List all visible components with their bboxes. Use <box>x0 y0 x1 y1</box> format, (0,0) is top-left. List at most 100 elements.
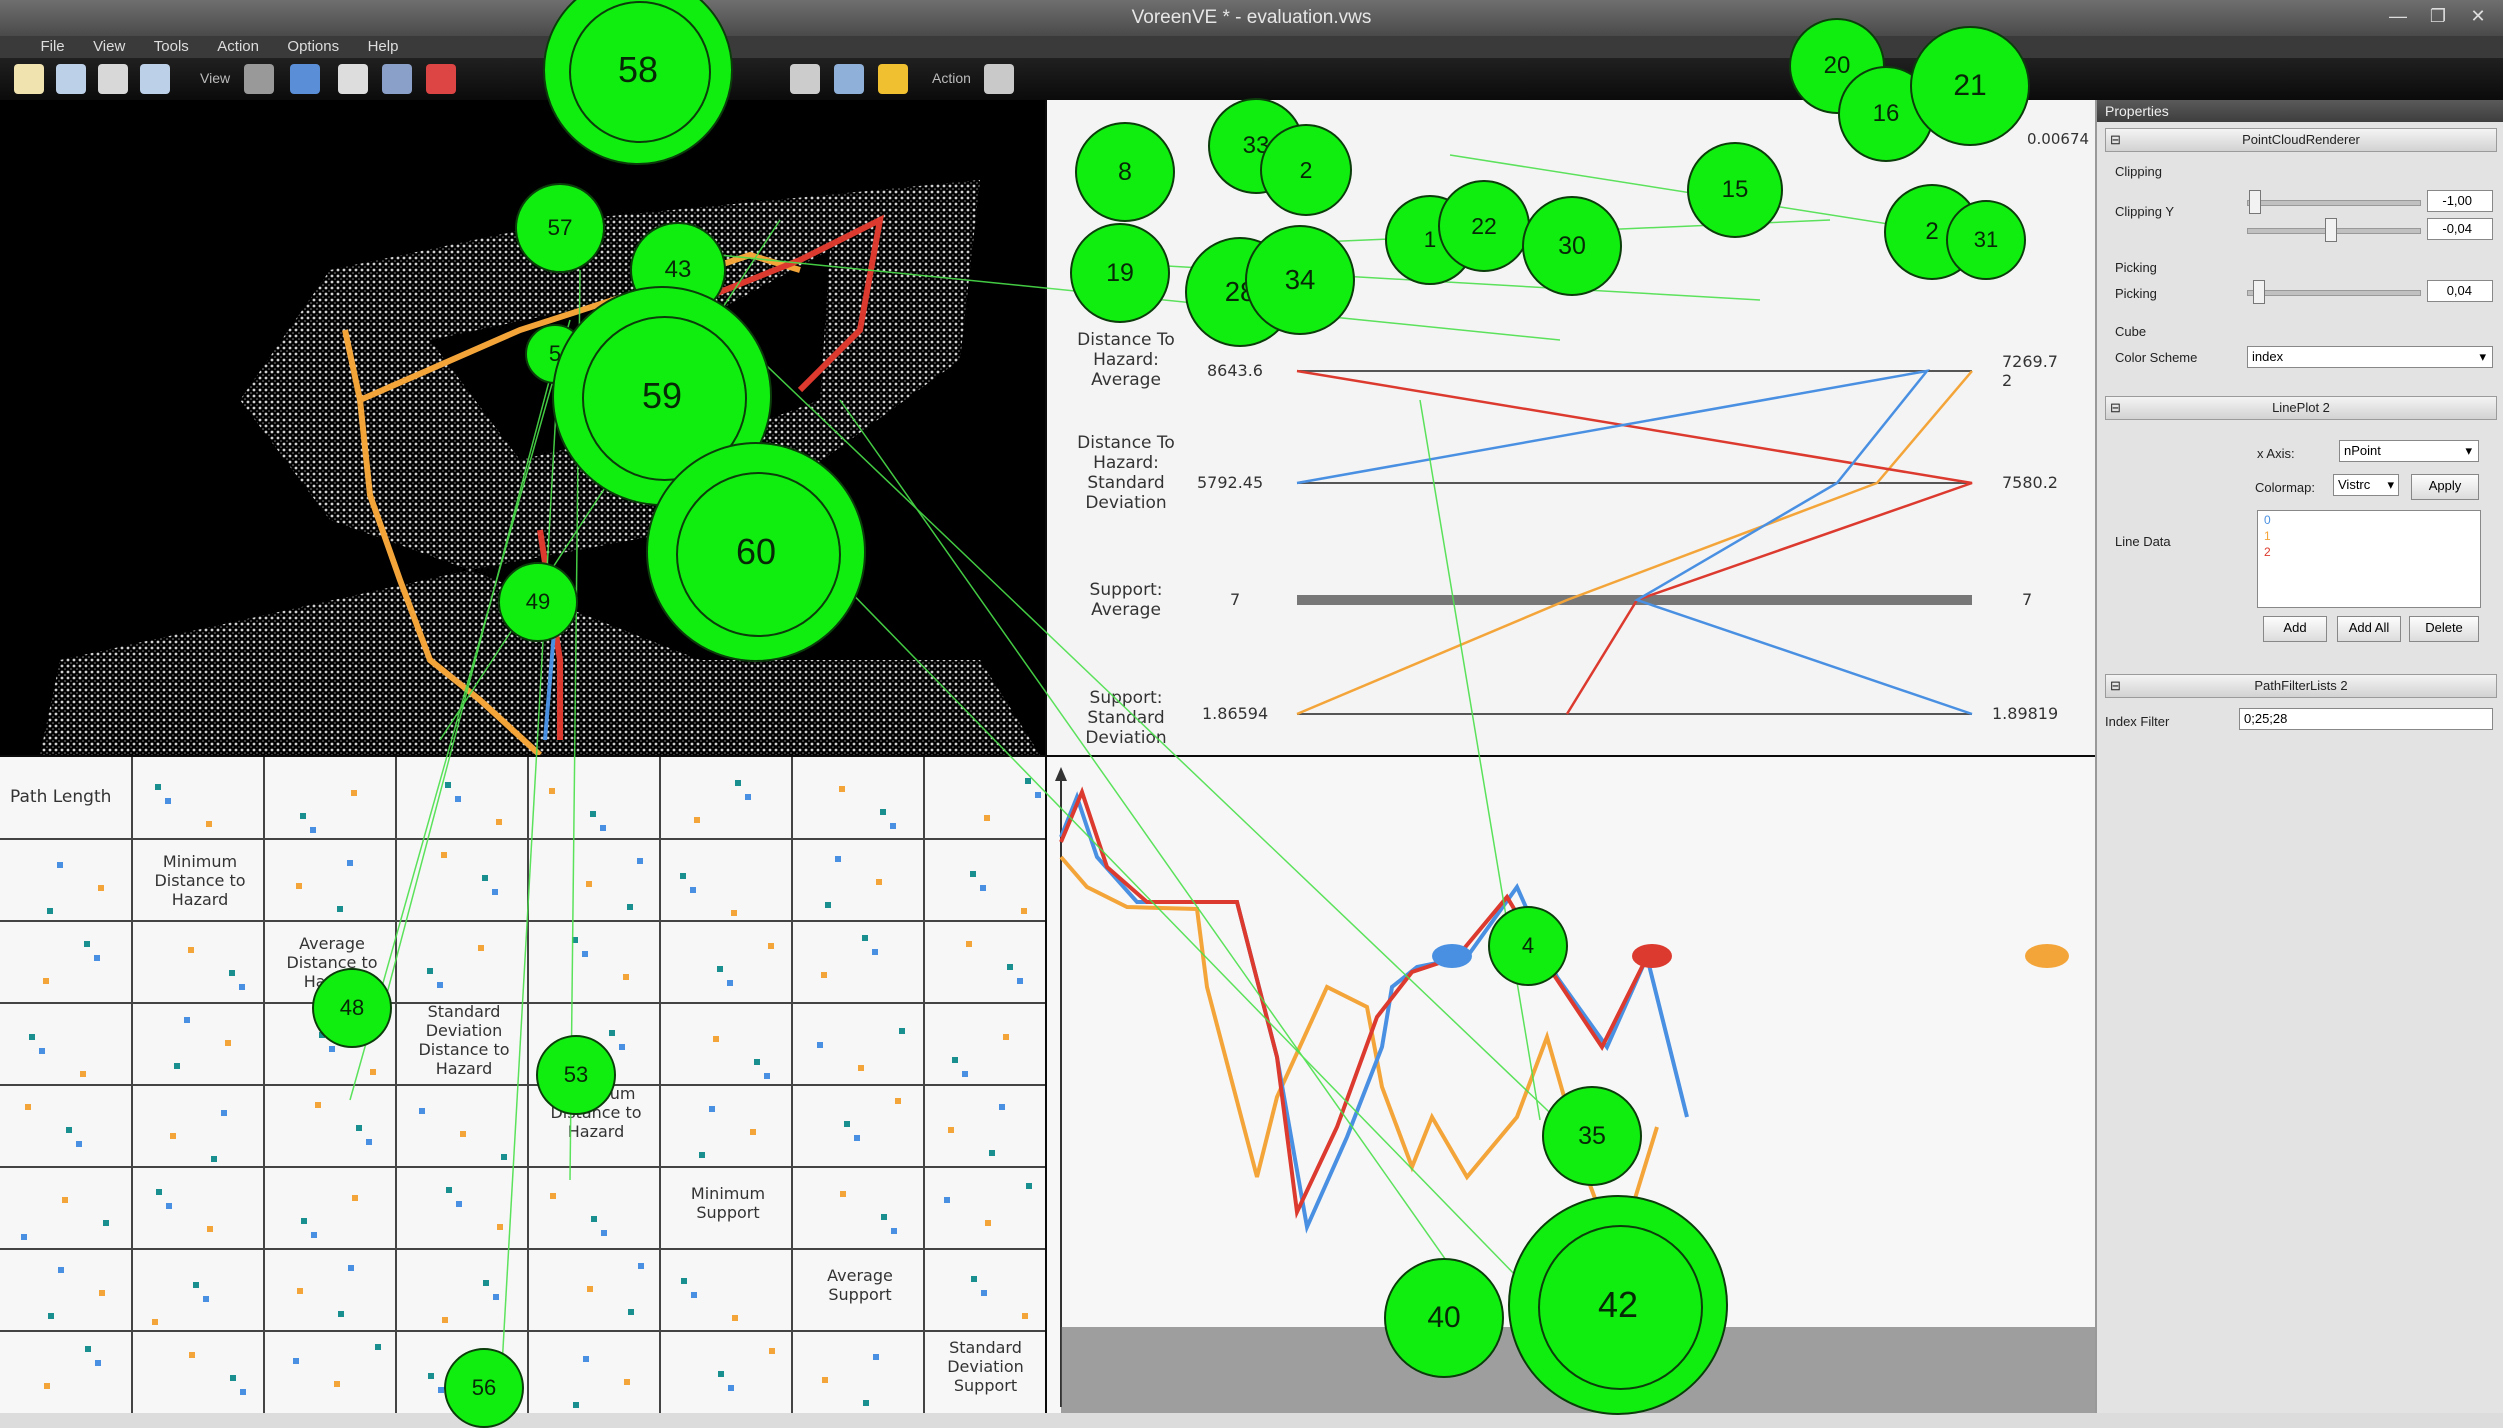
selection-marker[interactable]: 15 <box>1687 142 1783 238</box>
marker-label: 20 <box>1823 52 1851 79</box>
cube-group-label: Cube <box>2115 324 2147 339</box>
menu-options[interactable]: Options <box>275 36 351 57</box>
clipping-y-label: Clipping Y <box>2115 204 2175 219</box>
marker-label: 56 <box>471 1375 497 1400</box>
marker-label: 34 <box>1284 264 1316 295</box>
action-toolbar-label: Action <box>932 70 971 86</box>
picking-spinbox[interactable]: 0,04 <box>2427 280 2493 302</box>
marker-label: 40 <box>1427 1301 1461 1334</box>
section-pathfilterlists[interactable]: ⊟ PathFilterLists 2 <box>2105 674 2497 698</box>
x-axis-value: nPoint <box>2344 443 2381 458</box>
selection-marker[interactable]: 31 <box>1946 200 2026 280</box>
x-axis-select[interactable]: nPoint ▾ <box>2339 440 2479 462</box>
properties-panel: Properties ⊟ PointCloudRenderer Clipping … <box>2095 100 2503 1413</box>
marker-label: 30 <box>1558 231 1586 260</box>
clipping-min-slider[interactable] <box>2247 200 2421 206</box>
python-icon[interactable] <box>878 64 908 94</box>
list-item[interactable]: 2 <box>2264 545 2480 559</box>
maximize-button[interactable]: ❐ <box>2421 4 2455 28</box>
picking-label: Picking <box>2115 286 2157 301</box>
section-title: PathFilterLists 2 <box>2254 678 2348 693</box>
gear-icon[interactable] <box>338 64 368 94</box>
minimize-button[interactable]: — <box>2381 4 2415 28</box>
selection-marker[interactable]: 60 <box>646 442 866 662</box>
selection-marker[interactable]: 35 <box>1542 1086 1642 1186</box>
selection-marker[interactable]: 56 <box>444 1348 524 1428</box>
chevron-down-icon: ▾ <box>2465 443 2472 458</box>
color-scheme-value: index <box>2252 349 2284 364</box>
action-run-icon[interactable] <box>984 64 1014 94</box>
selection-marker[interactable]: 34 <box>1245 225 1355 335</box>
close-button[interactable]: ✕ <box>2461 4 2495 28</box>
menu-help[interactable]: Help <box>356 36 411 57</box>
document-icon[interactable] <box>790 64 820 94</box>
selection-marker[interactable]: 49 <box>498 562 578 642</box>
screenshot-icon[interactable] <box>834 64 864 94</box>
selection-marker[interactable]: 19 <box>1070 223 1170 323</box>
marker-label: 21 <box>1953 69 1987 102</box>
marker-label: 8 <box>1118 157 1132 186</box>
clipping-max-spinbox[interactable]: -0,04 <box>2427 218 2493 240</box>
add-button[interactable]: Add <box>2263 616 2327 642</box>
menu-view[interactable]: View <box>81 36 137 57</box>
toolbar: View Action <box>0 58 2503 100</box>
picking-slider[interactable] <box>2247 290 2421 296</box>
clipping-max-handle[interactable] <box>2325 218 2337 242</box>
save-as-icon[interactable] <box>140 64 170 94</box>
selection-marker[interactable]: 53 <box>536 1035 616 1115</box>
list-item[interactable]: 0 <box>2264 513 2480 527</box>
section-pointcloudrenderer[interactable]: ⊟ PointCloudRenderer <box>2105 128 2497 152</box>
marker-label: 49 <box>525 589 551 614</box>
menu-action[interactable]: Action <box>205 36 271 57</box>
marker-label: 48 <box>339 995 365 1020</box>
section-title: PointCloudRenderer <box>2242 132 2360 147</box>
marker-label: 53 <box>563 1062 589 1087</box>
canvas-icon[interactable] <box>290 64 320 94</box>
colormap-select[interactable]: Vistrc ▾ <box>2333 474 2399 496</box>
render-canvas: Distance To Hazard: Average Distance To … <box>0 0 2095 1428</box>
delete-button[interactable]: Delete <box>2409 616 2479 642</box>
new-file-icon[interactable] <box>14 64 44 94</box>
picking-handle[interactable] <box>2253 280 2265 304</box>
apply-button[interactable]: Apply <box>2411 474 2479 500</box>
selection-marker[interactable]: 2 <box>1260 124 1352 216</box>
marker-label: 57 <box>547 215 573 240</box>
menu-file[interactable]: File <box>28 36 76 57</box>
selection-marker[interactable]: 22 <box>1438 180 1530 272</box>
add-all-button[interactable]: Add All <box>2337 616 2401 642</box>
layout-icon[interactable] <box>382 64 412 94</box>
selection-marker[interactable]: 57 <box>515 183 605 273</box>
title-bar: VoreenVE * - evaluation.vws — ❐ ✕ <box>0 0 2503 36</box>
menu-bar: File View Tools Action Options Help <box>0 36 2503 88</box>
list-item[interactable]: 1 <box>2264 529 2480 543</box>
marker-label: 31 <box>1973 227 1999 252</box>
selection-marker[interactable]: 21 <box>1910 26 2030 146</box>
selection-marker[interactable]: 48 <box>312 968 392 1048</box>
save-icon[interactable] <box>98 64 128 94</box>
color-scheme-select[interactable]: index ▾ <box>2247 346 2493 368</box>
marker-label: 2 <box>1925 218 1939 245</box>
chevron-down-icon: ▾ <box>2479 349 2486 364</box>
network-icon[interactable] <box>244 64 274 94</box>
colormap-label: Colormap: <box>2255 480 2315 495</box>
marker-label: 19 <box>1106 258 1134 287</box>
chevron-down-icon: ▾ <box>2387 477 2394 492</box>
marker-label: 59 <box>641 375 683 416</box>
open-icon[interactable] <box>56 64 86 94</box>
selection-marker[interactable]: 42 <box>1508 1195 1728 1415</box>
linking-overlay <box>349 154 1991 1413</box>
selection-marker[interactable]: 30 <box>1522 196 1622 296</box>
colors-icon[interactable] <box>426 64 456 94</box>
index-filter-input[interactable]: 0;25;28 <box>2239 708 2493 730</box>
menu-tools[interactable]: Tools <box>142 36 201 57</box>
marker-label: 58 <box>617 49 659 90</box>
selection-marker[interactable]: 40 <box>1384 1258 1504 1378</box>
clipping-min-spinbox[interactable]: -1,00 <box>2427 190 2493 212</box>
line-data-list[interactable]: 0 1 2 <box>2257 510 2481 608</box>
selection-marker[interactable]: 4 <box>1488 906 1568 986</box>
index-filter-label: Index Filter <box>2105 714 2170 729</box>
section-lineplot[interactable]: ⊟ LinePlot 2 <box>2105 396 2497 420</box>
colormap-value: Vistrc <box>2338 477 2371 492</box>
clipping-min-handle[interactable] <box>2249 190 2261 214</box>
selection-marker[interactable]: 8 <box>1075 122 1175 222</box>
